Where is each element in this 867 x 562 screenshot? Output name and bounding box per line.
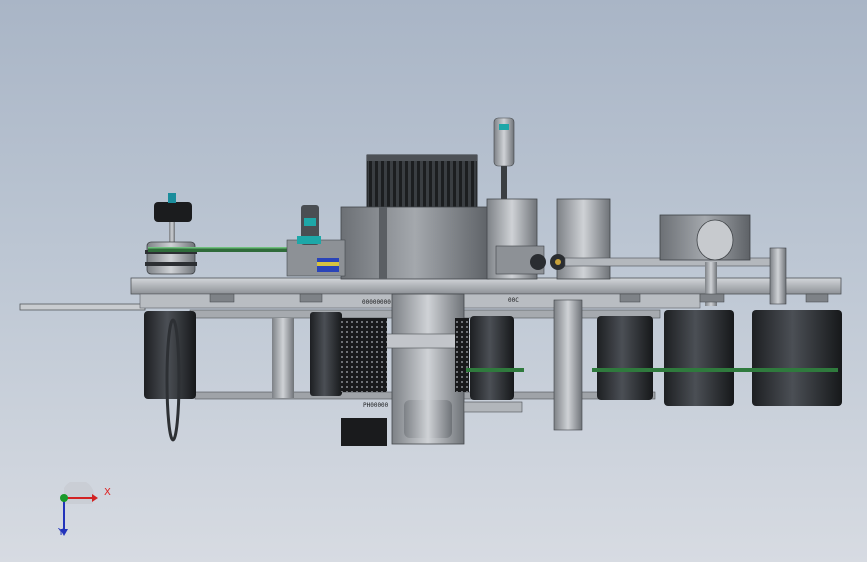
part-label-3: 00C xyxy=(508,297,519,304)
cylinder-bank xyxy=(463,299,842,431)
base-plate xyxy=(130,277,842,295)
guide-rail xyxy=(19,303,146,311)
cad-model-view[interactable]: 00000000 PH00000 00C xyxy=(0,0,867,562)
knob[interactable] xyxy=(154,202,192,222)
coordinate-triad: X Y xyxy=(48,479,118,546)
part-label-2: PH00000 xyxy=(363,402,389,409)
knob-cap xyxy=(168,193,176,203)
motor-housing xyxy=(340,206,490,280)
wheel-shaft xyxy=(169,222,175,244)
heatsink-block xyxy=(341,318,387,392)
y-axis-label: Y xyxy=(58,527,65,538)
stepper-motor xyxy=(366,154,478,208)
canister-right xyxy=(556,198,611,280)
part-label-1: 00000000 xyxy=(362,299,391,306)
x-axis-label: X xyxy=(104,487,111,498)
cad-viewport[interactable]: 00000000 PH00000 00C X Y xyxy=(0,0,867,562)
drive-pulley xyxy=(146,241,196,275)
